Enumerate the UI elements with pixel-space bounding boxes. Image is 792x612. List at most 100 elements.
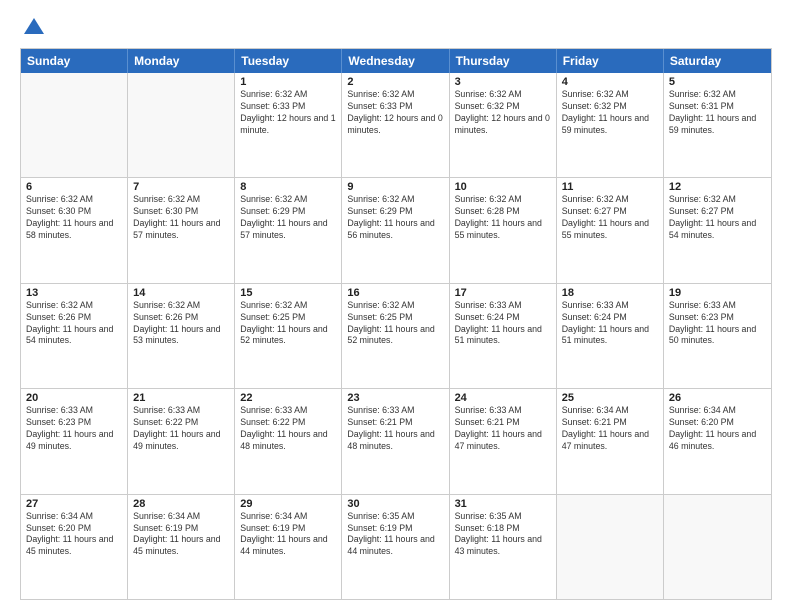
calendar-row-2: 13 Sunrise: 6:32 AM Sunset: 6:26 PM Dayli… xyxy=(21,283,771,388)
calendar-cell: 23Sunrise: 6:33 AM Sunset: 6:21 PM Dayli… xyxy=(342,389,449,493)
calendar-cell: 26Sunrise: 6:34 AM Sunset: 6:20 PM Dayli… xyxy=(664,389,771,493)
calendar-cell: 21Sunrise: 6:33 AM Sunset: 6:22 PM Dayli… xyxy=(128,389,235,493)
day-info: Sunrise: 6:33 AM Sunset: 6:22 PM Dayligh… xyxy=(240,405,336,453)
logo-icon xyxy=(23,16,45,38)
calendar-cell: 16Sunrise: 6:32 AM Sunset: 6:25 PM Dayli… xyxy=(342,284,449,388)
page: SundayMondayTuesdayWednesdayThursdayFrid… xyxy=(0,0,792,612)
day-number: 27 xyxy=(26,498,122,510)
day-info: Sunrise: 6:33 AM Sunset: 6:24 PM Dayligh… xyxy=(455,300,551,348)
day-number: 18 xyxy=(562,287,658,299)
weekday-header-tuesday: Tuesday xyxy=(235,49,342,73)
day-info: Sunrise: 6:34 AM Sunset: 6:21 PM Dayligh… xyxy=(562,405,658,453)
day-info: Sunrise: 6:32 AM Sunset: 6:31 PM Dayligh… xyxy=(669,89,766,137)
header xyxy=(20,16,772,38)
day-number: 17 xyxy=(455,287,551,299)
calendar-cell: 10Sunrise: 6:32 AM Sunset: 6:28 PM Dayli… xyxy=(450,178,557,282)
calendar-cell: 5Sunrise: 6:32 AM Sunset: 6:31 PM Daylig… xyxy=(664,73,771,177)
day-info: Sunrise: 6:32 AM Sunset: 6:29 PM Dayligh… xyxy=(347,194,443,242)
calendar-cell: 27Sunrise: 6:34 AM Sunset: 6:20 PM Dayli… xyxy=(21,495,128,599)
day-number: 22 xyxy=(240,392,336,404)
calendar: SundayMondayTuesdayWednesdayThursdayFrid… xyxy=(20,48,772,600)
calendar-cell: 29Sunrise: 6:34 AM Sunset: 6:19 PM Dayli… xyxy=(235,495,342,599)
day-number: 28 xyxy=(133,498,229,510)
calendar-cell xyxy=(664,495,771,599)
calendar-row-1: 6Sunrise: 6:32 AM Sunset: 6:30 PM Daylig… xyxy=(21,177,771,282)
day-number: 2 xyxy=(347,76,443,88)
day-info: Sunrise: 6:34 AM Sunset: 6:20 PM Dayligh… xyxy=(26,511,122,559)
calendar-cell: 17Sunrise: 6:33 AM Sunset: 6:24 PM Dayli… xyxy=(450,284,557,388)
calendar-row-0: 1Sunrise: 6:32 AM Sunset: 6:33 PM Daylig… xyxy=(21,73,771,177)
day-info: Sunrise: 6:34 AM Sunset: 6:19 PM Dayligh… xyxy=(240,511,336,559)
weekday-header-wednesday: Wednesday xyxy=(342,49,449,73)
calendar-cell: 14Sunrise: 6:32 AM Sunset: 6:26 PM Dayli… xyxy=(128,284,235,388)
weekday-header-friday: Friday xyxy=(557,49,664,73)
calendar-cell: 15Sunrise: 6:32 AM Sunset: 6:25 PM Dayli… xyxy=(235,284,342,388)
day-number: 16 xyxy=(347,287,443,299)
logo xyxy=(20,16,45,38)
calendar-cell: 4Sunrise: 6:32 AM Sunset: 6:32 PM Daylig… xyxy=(557,73,664,177)
day-info: Sunrise: 6:32 AM Sunset: 6:33 PM Dayligh… xyxy=(240,89,336,137)
calendar-cell: 2Sunrise: 6:32 AM Sunset: 6:33 PM Daylig… xyxy=(342,73,449,177)
calendar-cell: 18Sunrise: 6:33 AM Sunset: 6:24 PM Dayli… xyxy=(557,284,664,388)
day-number: 31 xyxy=(455,498,551,510)
day-number: 15 xyxy=(240,287,336,299)
day-info: Sunrise: 6:32 AM Sunset: 6:33 PM Dayligh… xyxy=(347,89,443,137)
calendar-cell: 7Sunrise: 6:32 AM Sunset: 6:30 PM Daylig… xyxy=(128,178,235,282)
day-number: 19 xyxy=(669,287,766,299)
day-info: Sunrise: 6:32 AM Sunset: 6:32 PM Dayligh… xyxy=(455,89,551,137)
calendar-cell: 1Sunrise: 6:32 AM Sunset: 6:33 PM Daylig… xyxy=(235,73,342,177)
day-number: 7 xyxy=(133,181,229,193)
calendar-body: 1Sunrise: 6:32 AM Sunset: 6:33 PM Daylig… xyxy=(21,73,771,599)
day-info: Sunrise: 6:32 AM Sunset: 6:30 PM Dayligh… xyxy=(133,194,229,242)
day-info: Sunrise: 6:33 AM Sunset: 6:21 PM Dayligh… xyxy=(455,405,551,453)
day-info: Sunrise: 6:35 AM Sunset: 6:18 PM Dayligh… xyxy=(455,511,551,559)
day-number: 5 xyxy=(669,76,766,88)
calendar-cell: 28Sunrise: 6:34 AM Sunset: 6:19 PM Dayli… xyxy=(128,495,235,599)
day-number: 8 xyxy=(240,181,336,193)
day-info: Sunrise: 6:32 AM Sunset: 6:30 PM Dayligh… xyxy=(26,194,122,242)
day-number: 23 xyxy=(347,392,443,404)
day-info: Sunrise: 6:33 AM Sunset: 6:23 PM Dayligh… xyxy=(26,405,122,453)
day-number: 10 xyxy=(455,181,551,193)
day-number: 6 xyxy=(26,181,122,193)
calendar-cell: 12Sunrise: 6:32 AM Sunset: 6:27 PM Dayli… xyxy=(664,178,771,282)
day-info: Sunrise: 6:32 AM Sunset: 6:32 PM Dayligh… xyxy=(562,89,658,137)
day-number: 30 xyxy=(347,498,443,510)
day-number: 11 xyxy=(562,181,658,193)
day-info: Sunrise: 6:32 AM Sunset: 6:26 PM Dayligh… xyxy=(133,300,229,348)
day-number: 4 xyxy=(562,76,658,88)
weekday-header-monday: Monday xyxy=(128,49,235,73)
calendar-cell: 20Sunrise: 6:33 AM Sunset: 6:23 PM Dayli… xyxy=(21,389,128,493)
day-number: 13 xyxy=(26,287,122,299)
day-number: 25 xyxy=(562,392,658,404)
day-info: Sunrise: 6:33 AM Sunset: 6:21 PM Dayligh… xyxy=(347,405,443,453)
day-info: Sunrise: 6:34 AM Sunset: 6:20 PM Dayligh… xyxy=(669,405,766,453)
weekday-header-sunday: Sunday xyxy=(21,49,128,73)
day-number: 14 xyxy=(133,287,229,299)
day-number: 29 xyxy=(240,498,336,510)
calendar-cell: 22Sunrise: 6:33 AM Sunset: 6:22 PM Dayli… xyxy=(235,389,342,493)
day-number: 9 xyxy=(347,181,443,193)
calendar-cell: 30Sunrise: 6:35 AM Sunset: 6:19 PM Dayli… xyxy=(342,495,449,599)
day-info: Sunrise: 6:32 AM Sunset: 6:27 PM Dayligh… xyxy=(669,194,766,242)
calendar-cell: 19Sunrise: 6:33 AM Sunset: 6:23 PM Dayli… xyxy=(664,284,771,388)
calendar-cell xyxy=(21,73,128,177)
day-number: 20 xyxy=(26,392,122,404)
calendar-cell xyxy=(128,73,235,177)
calendar-cell xyxy=(557,495,664,599)
calendar-cell: 13Sunrise: 6:32 AM Sunset: 6:26 PM Dayli… xyxy=(21,284,128,388)
calendar-cell: 24Sunrise: 6:33 AM Sunset: 6:21 PM Dayli… xyxy=(450,389,557,493)
day-info: Sunrise: 6:32 AM Sunset: 6:25 PM Dayligh… xyxy=(240,300,336,348)
day-number: 24 xyxy=(455,392,551,404)
day-info: Sunrise: 6:32 AM Sunset: 6:27 PM Dayligh… xyxy=(562,194,658,242)
weekday-header-thursday: Thursday xyxy=(450,49,557,73)
day-info: Sunrise: 6:32 AM Sunset: 6:25 PM Dayligh… xyxy=(347,300,443,348)
calendar-cell: 11Sunrise: 6:32 AM Sunset: 6:27 PM Dayli… xyxy=(557,178,664,282)
day-number: 12 xyxy=(669,181,766,193)
weekday-header-saturday: Saturday xyxy=(664,49,771,73)
calendar-row-4: 27Sunrise: 6:34 AM Sunset: 6:20 PM Dayli… xyxy=(21,494,771,599)
day-info: Sunrise: 6:33 AM Sunset: 6:22 PM Dayligh… xyxy=(133,405,229,453)
calendar-cell: 3Sunrise: 6:32 AM Sunset: 6:32 PM Daylig… xyxy=(450,73,557,177)
calendar-row-3: 20Sunrise: 6:33 AM Sunset: 6:23 PM Dayli… xyxy=(21,388,771,493)
calendar-cell: 9Sunrise: 6:32 AM Sunset: 6:29 PM Daylig… xyxy=(342,178,449,282)
